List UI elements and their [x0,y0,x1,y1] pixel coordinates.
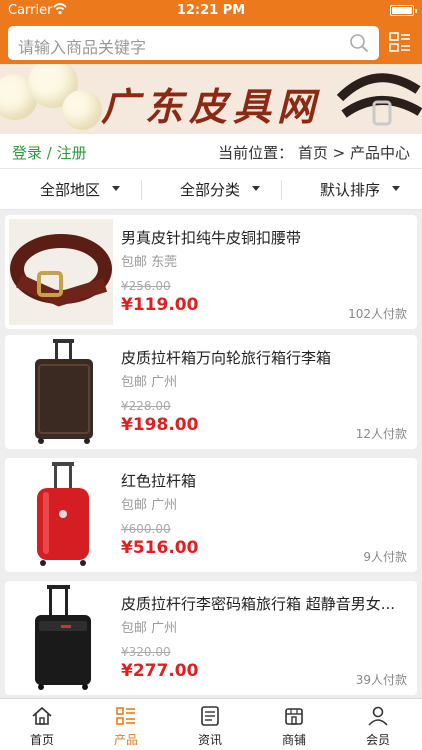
tab-shop[interactable]: 商铺 [252,699,336,750]
search-input[interactable]: 请输入商品关键字 [8,26,379,60]
product-card[interactable]: 皮质拉杆箱万向轮旅行箱行李箱 包邮 广州 ¥228.00 ¥198.00 12人… [5,335,417,449]
product-tags: 包邮 广州 [121,621,178,636]
filter-category-dropdown[interactable]: 全部分类 [180,179,261,200]
product-sold-count: 9人付款 [363,550,407,564]
status-bar: Carrier 12:21 PM [0,0,422,22]
clock: 12:21 PM [176,3,246,18]
filter-sort-dropdown[interactable]: 默认排序 [320,179,401,200]
product-price: ¥198.00 [121,415,199,435]
product-image-belt[interactable] [9,219,113,325]
search-icon[interactable] [349,33,369,53]
product-sold-count: 102人付款 [348,307,407,321]
caret-down-icon [252,186,261,191]
product-name[interactable]: 男真皮针扣纯牛皮铜扣腰带 [121,227,403,248]
news-icon [201,706,219,726]
bottom-tab-bar: 首页 产品 资讯 商铺 会员 [0,698,422,750]
caret-down-icon [112,186,121,191]
product-price: ¥516.00 [121,538,199,558]
product-price: ¥119.00 [121,295,199,315]
product-tags: 包邮 广州 [121,375,178,390]
filter-region-label: 全部地区 [40,181,101,199]
search-placeholder: 请输入商品关键字 [18,38,147,57]
banner-title: 广东皮具网 [100,84,321,129]
divider [281,180,282,200]
product-tags: 包邮 广州 [121,498,178,513]
current-location: 当前位置： 首页 > 产品中心 [218,144,410,162]
tab-shop-label: 商铺 [281,733,306,747]
product-old-price: ¥256.00 [121,279,171,293]
product-list[interactable]: 男真皮针扣纯牛皮铜扣腰带 包邮 东莞 ¥256.00 ¥119.00 102人付… [0,212,422,698]
product-image-brown-suitcase[interactable] [9,339,113,445]
product-price: ¥277.00 [121,661,199,681]
suitcase-icon [35,339,93,444]
suitcase-icon [37,462,89,566]
product-old-price: ¥320.00 [121,645,171,659]
filter-category-label: 全部分类 [180,181,241,199]
breadcrumb: 登录 / 注册 当前位置： 首页 > 产品中心 [0,134,422,168]
category-menu-icon[interactable] [388,30,412,54]
product-card[interactable]: 男真皮针扣纯牛皮铜扣腰带 包邮 东莞 ¥256.00 ¥119.00 102人付… [5,215,417,329]
divider [141,180,142,200]
battery-icon [390,5,417,16]
product-image-red-suitcase[interactable] [9,462,113,568]
filter-sort-label: 默认排序 [320,181,381,199]
product-card[interactable]: 皮质拉杆行李密码箱旅行箱 超静音男女... 包邮 广州 ¥320.00 ¥277… [5,581,417,695]
product-name[interactable]: 皮质拉杆箱万向轮旅行箱行李箱 [121,347,403,368]
filter-region-dropdown[interactable]: 全部地区 [40,179,121,200]
product-sold-count: 39人付款 [355,673,407,687]
tab-news-label: 资讯 [197,733,222,747]
product-sold-count: 12人付款 [355,427,407,441]
tab-member-label: 会员 [365,733,390,747]
product-tags: 包邮 东莞 [121,255,178,270]
member-icon [368,706,388,726]
tab-home-label: 首页 [29,733,54,747]
belt-icon [10,234,112,307]
tab-products-label: 产品 [113,733,138,747]
banner[interactable]: 广东皮具网 [0,64,422,134]
product-old-price: ¥228.00 [121,399,171,413]
home-icon [32,706,52,725]
product-name[interactable]: 红色拉杆箱 [121,470,403,491]
filter-bar: 全部地区 全部分类 默认排序 [0,168,422,210]
product-card[interactable]: 红色拉杆箱 包邮 广州 ¥600.00 ¥516.00 9人付款 [5,458,417,572]
top-header: Carrier 12:21 PM 请输入商品关键字 [0,0,422,64]
suitcase-icon [35,585,91,690]
login-register-link[interactable]: 登录 / 注册 [12,142,87,163]
product-name[interactable]: 皮质拉杆行李密码箱旅行箱 超静音男女... [121,593,403,614]
caret-down-icon [392,186,401,191]
products-icon [116,707,135,725]
product-image-black-suitcase[interactable] [9,585,113,691]
tab-news[interactable]: 资讯 [168,699,252,750]
tab-member[interactable]: 会员 [336,699,420,750]
shop-icon [285,708,303,725]
tab-home[interactable]: 首页 [0,699,84,750]
product-old-price: ¥600.00 [121,522,171,536]
tab-products[interactable]: 产品 [84,699,168,750]
